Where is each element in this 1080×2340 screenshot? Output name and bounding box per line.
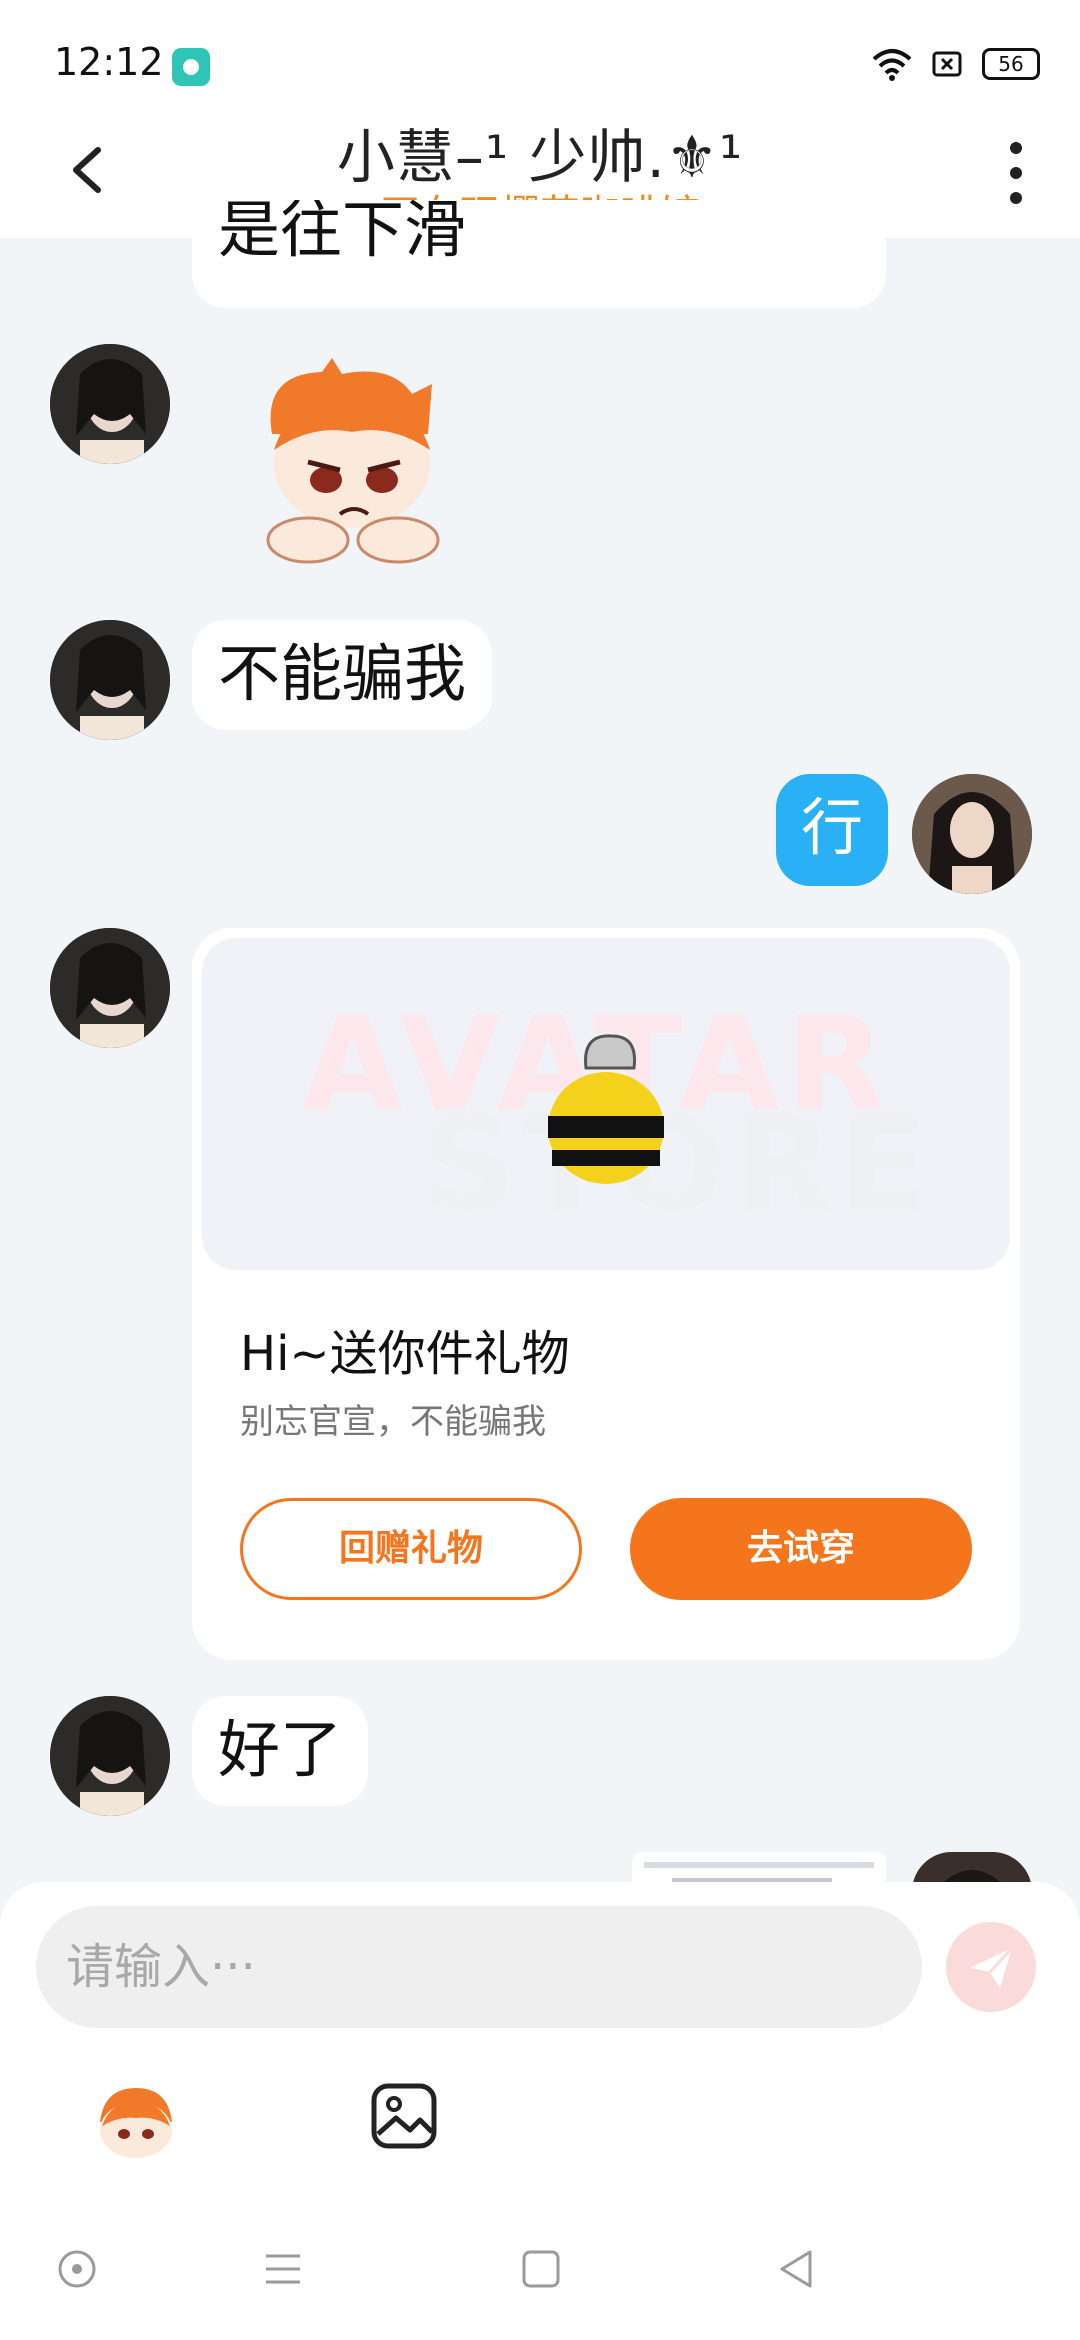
emoji-icon	[100, 2088, 172, 2158]
sticker-sad-cat[interactable]	[232, 354, 476, 568]
nav-recent-button[interactable]	[516, 2244, 566, 2294]
gift-card[interactable]: AVATAR STORE Hi~送你件礼物 别忘官宣，不能骗我 回赠礼物 去试穿	[192, 928, 1020, 1660]
status-time: 12:12	[54, 40, 164, 84]
avatar-other[interactable]	[50, 1696, 170, 1816]
gift-item-image	[548, 1034, 664, 1184]
return-gift-button[interactable]: 回赠礼物	[240, 1498, 582, 1600]
wifi-icon	[872, 49, 912, 81]
gift-card-description: 别忘官宣，不能骗我	[240, 1402, 546, 1442]
avatar-self[interactable]	[912, 774, 1032, 894]
message-text: 好了	[218, 1713, 343, 1786]
nav-back-icon	[780, 2250, 812, 2288]
sim-icon	[932, 51, 962, 77]
nav-home-icon	[58, 2250, 96, 2288]
avatar-other[interactable]	[50, 620, 170, 740]
status-icons: 56	[872, 44, 1040, 84]
status-bar: 12:12 56	[0, 0, 1080, 110]
message-bubble-partial[interactable]: 是往下滑	[192, 200, 886, 308]
nav-menu-icon	[266, 2254, 300, 2284]
image-button[interactable]	[370, 2082, 438, 2150]
message-text: 是往下滑	[218, 200, 467, 266]
nav-home-button[interactable]	[52, 2244, 102, 2294]
more-vertical-icon	[1010, 142, 1022, 204]
more-options-button[interactable]	[986, 138, 1046, 208]
gift-card-title: Hi~送你件礼物	[240, 1326, 570, 1382]
message-bubble[interactable]: 不能骗我	[192, 620, 493, 730]
app-notification-icon	[172, 48, 210, 86]
watermark-text: STORE	[422, 1088, 934, 1240]
nav-menu-button[interactable]	[258, 2244, 308, 2294]
message-bubble-self[interactable]: 行	[776, 774, 888, 886]
gift-banner: AVATAR STORE	[202, 938, 1010, 1270]
send-button[interactable]	[946, 1922, 1036, 2012]
message-bubble[interactable]: 好了	[192, 1696, 369, 1806]
nav-recent-icon	[522, 2250, 560, 2288]
message-text: 不能骗我	[218, 637, 467, 710]
avatar-other[interactable]	[50, 344, 170, 464]
image-icon	[371, 2083, 437, 2149]
message-input[interactable]	[36, 1906, 922, 2028]
try-on-button[interactable]: 去试穿	[630, 1498, 972, 1600]
avatar-other[interactable]	[50, 928, 170, 1048]
emoji-button[interactable]	[90, 2082, 182, 2162]
message-text: 行	[800, 791, 863, 864]
battery-icon: 56	[982, 48, 1040, 80]
nav-back-button[interactable]	[772, 2244, 822, 2294]
system-nav-bar	[0, 2200, 1080, 2340]
send-icon	[970, 1946, 1014, 1988]
